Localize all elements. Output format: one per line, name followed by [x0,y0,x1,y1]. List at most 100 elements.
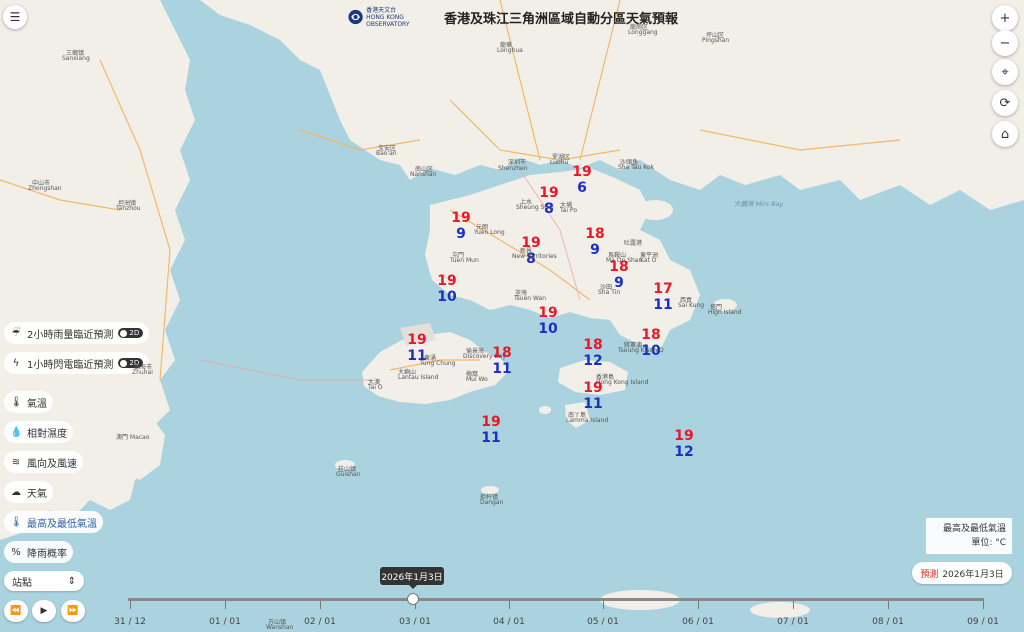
timeline-tick [793,601,794,609]
timeline-tick [603,601,604,609]
timeline-tick-label[interactable]: 07 / 01 [763,617,823,627]
timeline-tick [509,601,510,609]
layer-label: 氣溫 [27,398,47,410]
map-canvas[interactable] [0,0,1024,632]
timeline-thumb[interactable] [407,593,419,605]
place-label: Bao'an [376,150,397,157]
place-label: Wanshan [266,624,294,631]
station-temperature[interactable]: 19 11 [476,414,506,446]
max-temp: 17 [653,281,673,297]
layer-lightning-nowcast[interactable]: ϟ 1小時閃電臨近預測 2D [4,352,150,374]
2d-toggle[interactable]: 2D [118,328,144,338]
place-label: Yuen Long [474,229,505,236]
max-temp: 19 [451,210,471,226]
place-label: Zhuhai [132,369,153,376]
station-temperature[interactable]: 19 6 [567,164,597,196]
timeline-tick-label[interactable]: 03 / 01 [385,617,445,627]
place-label: Hong Kong Island [596,379,649,386]
station-temperature[interactable]: 19 9 [446,210,476,242]
timeline-tick-label[interactable]: 05 / 01 [573,617,633,627]
min-temp: 12 [674,444,694,460]
forward-button[interactable]: ⏩ [61,600,85,622]
place-label: Tuen Mun [450,257,479,264]
layer-rain-probability[interactable]: % 降雨概率 [4,541,73,563]
home-button[interactable]: ⌂ [992,121,1018,147]
header: 香港天文台 HONG KONG OBSERVATORY 香港及珠江三角洲區域自動… [348,6,678,28]
min-temp: 12 [583,353,603,369]
max-temp: 19 [539,185,559,201]
timeline-tick [130,601,131,609]
timeline-tick-label[interactable]: 08 / 01 [858,617,918,627]
menu-button[interactable]: ☰ [3,5,27,29]
place-label: Sanxiang [62,55,90,62]
thermometer-icon: 🌡 [10,516,23,528]
place-label: Longgang [628,29,658,36]
station-temperature[interactable]: 19 10 [432,273,462,305]
layer-max-min-temp[interactable]: 🌡 最高及最低氣溫 [4,511,103,533]
timeline-tick-label[interactable]: 04 / 01 [479,617,539,627]
place-label: Ma On Shan [606,257,643,264]
lightning-icon: ϟ [12,357,20,369]
select-arrow-icon: ⇕ [67,575,76,587]
zoom-in-button[interactable]: + [992,5,1018,31]
layer-humidity[interactable]: 💧 相對濕度 [4,421,73,443]
max-temp: 18 [583,337,603,353]
plus-icon: + [999,10,1011,26]
place-label: High Island [708,309,742,316]
timeline-track[interactable] [128,598,984,601]
place-label: Shenzhen [498,165,528,172]
rewind-button[interactable]: ⏪ [4,600,28,622]
rain-cloud-icon: ☔ [11,327,21,339]
forecast-date-badge: 預測 2026年1月3日 [912,562,1012,584]
timeline-tick [225,601,226,609]
timeline-tick [320,601,321,609]
place-label: Discovery Bay [463,353,506,360]
play-button[interactable]: ▶ [32,600,56,622]
minus-icon: − [999,35,1011,51]
station-select[interactable]: 站點 ⇕ [4,571,84,591]
max-temp: 19 [538,305,558,321]
locate-button[interactable]: ⌖ [992,59,1018,85]
station-temperature[interactable]: 18 11 [487,345,517,377]
refresh-button[interactable]: ⟳ [992,90,1018,116]
station-temperature[interactable]: 17 11 [648,281,678,313]
station-temperature[interactable]: 19 10 [533,305,563,337]
timeline-tick-label[interactable]: 31 / 12 [100,617,160,627]
forecast-label: 預測 [920,569,939,580]
min-temp: 11 [492,361,512,377]
place-label: Mui Wo [466,376,488,383]
menu-icon: ☰ [9,10,21,24]
timeline-tick-label[interactable]: 06 / 01 [668,617,728,627]
max-temp: 19 [674,428,694,444]
place-label: Nanshan [410,171,437,178]
station-temperature[interactable]: 18 9 [580,226,610,258]
place-label: 澳門 Macao [116,434,150,441]
logo-cn: 香港天文台 [366,6,397,14]
forecast-date: 2026年1月3日 [942,569,1004,580]
layer-wind[interactable]: ≋ 風向及風速 [4,451,83,473]
layer-rain-nowcast[interactable]: ☔ 2小時雨量臨近預測 2D [4,322,150,344]
station-temperature[interactable]: 18 12 [578,337,608,369]
legend-unit: 單位: °C [971,538,1006,548]
zoom-out-button[interactable]: − [992,30,1018,56]
legend-title: 最高及最低氣溫 [942,524,1006,534]
place-label: Tseung Kwan O [618,347,664,354]
wind-icon: ≋ [11,456,21,468]
min-temp: 9 [456,226,466,242]
place-label: Sheung Shui [516,204,554,211]
layer-label: 降雨概率 [27,548,67,560]
layer-label: 天氣 [27,488,47,500]
place-label: Tanzhou [116,205,141,212]
min-temp: 10 [437,289,457,305]
timeline-tick-label[interactable]: 02 / 01 [290,617,350,627]
station-temperature[interactable]: 19 12 [669,428,699,460]
timeline-tick-label[interactable]: 01 / 01 [195,617,255,627]
timeline-tick-label[interactable]: 09 / 01 [953,617,1013,627]
place-label: Tung Chung [420,360,456,367]
layer-weather[interactable]: ☁ 天氣 [4,481,53,503]
place-label: Guishan [336,471,361,478]
layer-temperature[interactable]: 🌡 氣溫 [4,391,53,413]
min-temp: 10 [538,321,558,337]
home-icon: ⌂ [1000,126,1010,142]
timeline-tick [983,601,984,609]
